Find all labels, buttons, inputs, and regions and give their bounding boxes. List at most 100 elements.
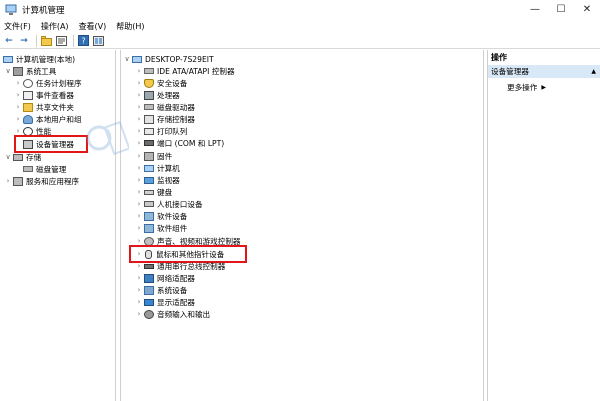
device-category-ide[interactable]: › IDE ATA/ATAPI 控制器 bbox=[135, 65, 235, 77]
folder-up-icon bbox=[40, 35, 52, 46]
expand-icon[interactable]: › bbox=[135, 139, 143, 147]
expand-icon[interactable]: › bbox=[135, 115, 143, 123]
tree-root[interactable]: 计算机管理(本地) bbox=[2, 53, 75, 65]
services-icon bbox=[13, 176, 23, 186]
forward-button[interactable]: → bbox=[18, 35, 30, 47]
refresh-button[interactable] bbox=[92, 35, 104, 47]
collapse-up-icon[interactable]: ▲ bbox=[591, 68, 596, 75]
expand-icon[interactable]: › bbox=[14, 103, 22, 111]
tree-item-shared-folders[interactable]: › 共享文件夹 bbox=[14, 101, 74, 113]
expand-icon[interactable]: › bbox=[135, 103, 143, 111]
expand-icon[interactable]: › bbox=[135, 164, 143, 172]
menu-file[interactable]: 文件(F) bbox=[4, 21, 31, 32]
computer-management-icon bbox=[3, 55, 13, 63]
expand-icon[interactable]: › bbox=[14, 79, 22, 87]
device-category-label: 软件组件 bbox=[157, 223, 188, 233]
expand-icon[interactable]: › bbox=[135, 67, 143, 75]
device-category-system[interactable]: › 系统设备 bbox=[135, 284, 187, 296]
tree-item-services-apps[interactable]: › 服务和应用程序 bbox=[4, 175, 79, 187]
expand-icon[interactable]: › bbox=[135, 298, 143, 306]
system-device-icon bbox=[144, 285, 154, 295]
device-category-disk-drives[interactable]: › 磁盘驱动器 bbox=[135, 101, 195, 113]
port-icon bbox=[144, 140, 154, 146]
tree-item-label: 共享文件夹 bbox=[36, 102, 74, 112]
device-category-keyboards[interactable]: › 键盘 bbox=[135, 186, 173, 198]
device-category-network[interactable]: › 网络适配器 bbox=[135, 272, 195, 284]
properties-button[interactable] bbox=[55, 35, 67, 47]
device-category-software-devices[interactable]: › 软件设备 bbox=[135, 210, 187, 222]
device-category-label: 音频输入和输出 bbox=[157, 309, 211, 319]
expand-icon[interactable]: › bbox=[135, 237, 143, 245]
disk-icon bbox=[23, 166, 33, 172]
refresh-icon bbox=[92, 35, 104, 46]
expand-icon[interactable]: › bbox=[135, 286, 143, 294]
expand-icon[interactable]: › bbox=[135, 200, 143, 208]
device-category-display[interactable]: › 显示适配器 bbox=[135, 296, 195, 308]
tree-item-disk-management[interactable]: 磁盘管理 bbox=[14, 163, 66, 175]
device-category-label: 通用串行总线控制器 bbox=[157, 261, 226, 271]
tree-root-label: 计算机管理(本地) bbox=[16, 54, 76, 64]
device-category-label: 网络适配器 bbox=[157, 273, 195, 283]
tree-item-event-viewer[interactable]: › 事件查看器 bbox=[14, 89, 74, 101]
expand-icon[interactable]: › bbox=[135, 79, 143, 87]
toolbar-divider bbox=[36, 34, 37, 47]
device-category-label: IDE ATA/ATAPI 控制器 bbox=[157, 66, 235, 76]
software-device-icon bbox=[144, 211, 154, 221]
expand-icon[interactable]: › bbox=[14, 91, 22, 99]
collapse-icon[interactable]: ∨ bbox=[4, 67, 12, 75]
device-category-audio-io[interactable]: › 音频输入和输出 bbox=[135, 308, 210, 320]
device-category-label: 磁盘驱动器 bbox=[157, 102, 195, 112]
minimize-button[interactable]: — bbox=[522, 0, 548, 19]
expand-icon[interactable]: › bbox=[135, 224, 143, 232]
back-button[interactable]: ← bbox=[3, 35, 15, 47]
device-category-print-queues[interactable]: › 打印队列 bbox=[135, 125, 188, 137]
expand-icon[interactable]: › bbox=[135, 91, 143, 99]
maximize-button[interactable]: ☐ bbox=[548, 0, 574, 19]
clock-icon bbox=[23, 78, 33, 88]
computer-icon bbox=[144, 164, 154, 172]
tree-item-storage[interactable]: ∨ 存储 bbox=[4, 151, 41, 163]
expand-icon[interactable]: › bbox=[135, 127, 143, 135]
device-category-label: 计算机 bbox=[157, 163, 180, 173]
more-actions[interactable]: 更多操作 ▶ bbox=[507, 82, 546, 93]
device-category-processor[interactable]: › 处理器 bbox=[135, 89, 180, 101]
expand-icon[interactable]: › bbox=[135, 274, 143, 282]
menu-help[interactable]: 帮助(H) bbox=[116, 21, 144, 32]
expand-icon[interactable]: › bbox=[135, 212, 143, 220]
close-button[interactable]: ✕ bbox=[574, 0, 600, 19]
device-category-firmware[interactable]: › 固件 bbox=[135, 150, 172, 162]
expand-icon[interactable]: › bbox=[4, 177, 12, 185]
hid-icon bbox=[144, 201, 154, 207]
device-category-ports[interactable]: › 端口 (COM 和 LPT) bbox=[135, 137, 225, 149]
tree-item-task-scheduler[interactable]: › 任务计划程序 bbox=[14, 77, 82, 89]
expand-icon[interactable]: › bbox=[135, 176, 143, 184]
expand-icon[interactable]: › bbox=[135, 188, 143, 196]
device-category-computer[interactable]: › 计算机 bbox=[135, 162, 180, 174]
device-category-security[interactable]: › 安全设备 bbox=[135, 77, 187, 89]
device-category-storage-controllers[interactable]: › 存储控制器 bbox=[135, 113, 195, 125]
expand-icon[interactable]: › bbox=[135, 262, 143, 270]
ide-controller-icon bbox=[144, 68, 154, 74]
device-category-label: 人机接口设备 bbox=[157, 199, 203, 209]
folder-up-button[interactable] bbox=[40, 35, 52, 47]
collapse-icon[interactable]: ∨ bbox=[4, 153, 12, 161]
tree-item-local-users[interactable]: › 本地用户和组 bbox=[14, 113, 82, 125]
collapse-icon[interactable]: ∨ bbox=[123, 55, 131, 63]
actions-section-label: 设备管理器 bbox=[491, 67, 529, 76]
device-category-usb[interactable]: › 通用串行总线控制器 bbox=[135, 260, 226, 272]
menu-action[interactable]: 操作(A) bbox=[41, 21, 69, 32]
console-tree: 计算机管理(本地) ∨ 系统工具 › 任务计划程序 › 事件查看器 › 共享文件… bbox=[0, 50, 116, 401]
device-tree-root[interactable]: ∨ DESKTOP-7S29EIT bbox=[123, 53, 213, 65]
tree-item-system-tools[interactable]: ∨ 系统工具 bbox=[4, 65, 56, 77]
actions-section-device-manager[interactable]: 设备管理器 ▲ bbox=[488, 65, 600, 78]
device-category-monitors[interactable]: › 监视器 bbox=[135, 174, 180, 186]
help-button[interactable]: ? bbox=[77, 35, 89, 47]
expand-icon[interactable]: › bbox=[135, 310, 143, 318]
device-category-software-components[interactable]: › 软件组件 bbox=[135, 222, 187, 234]
expand-icon[interactable]: › bbox=[14, 115, 22, 123]
tree-item-label: 事件查看器 bbox=[36, 90, 74, 100]
expand-icon[interactable]: › bbox=[14, 127, 22, 135]
expand-icon[interactable]: › bbox=[135, 152, 143, 160]
device-category-hid[interactable]: › 人机接口设备 bbox=[135, 198, 203, 210]
menu-view[interactable]: 查看(V) bbox=[79, 21, 107, 32]
